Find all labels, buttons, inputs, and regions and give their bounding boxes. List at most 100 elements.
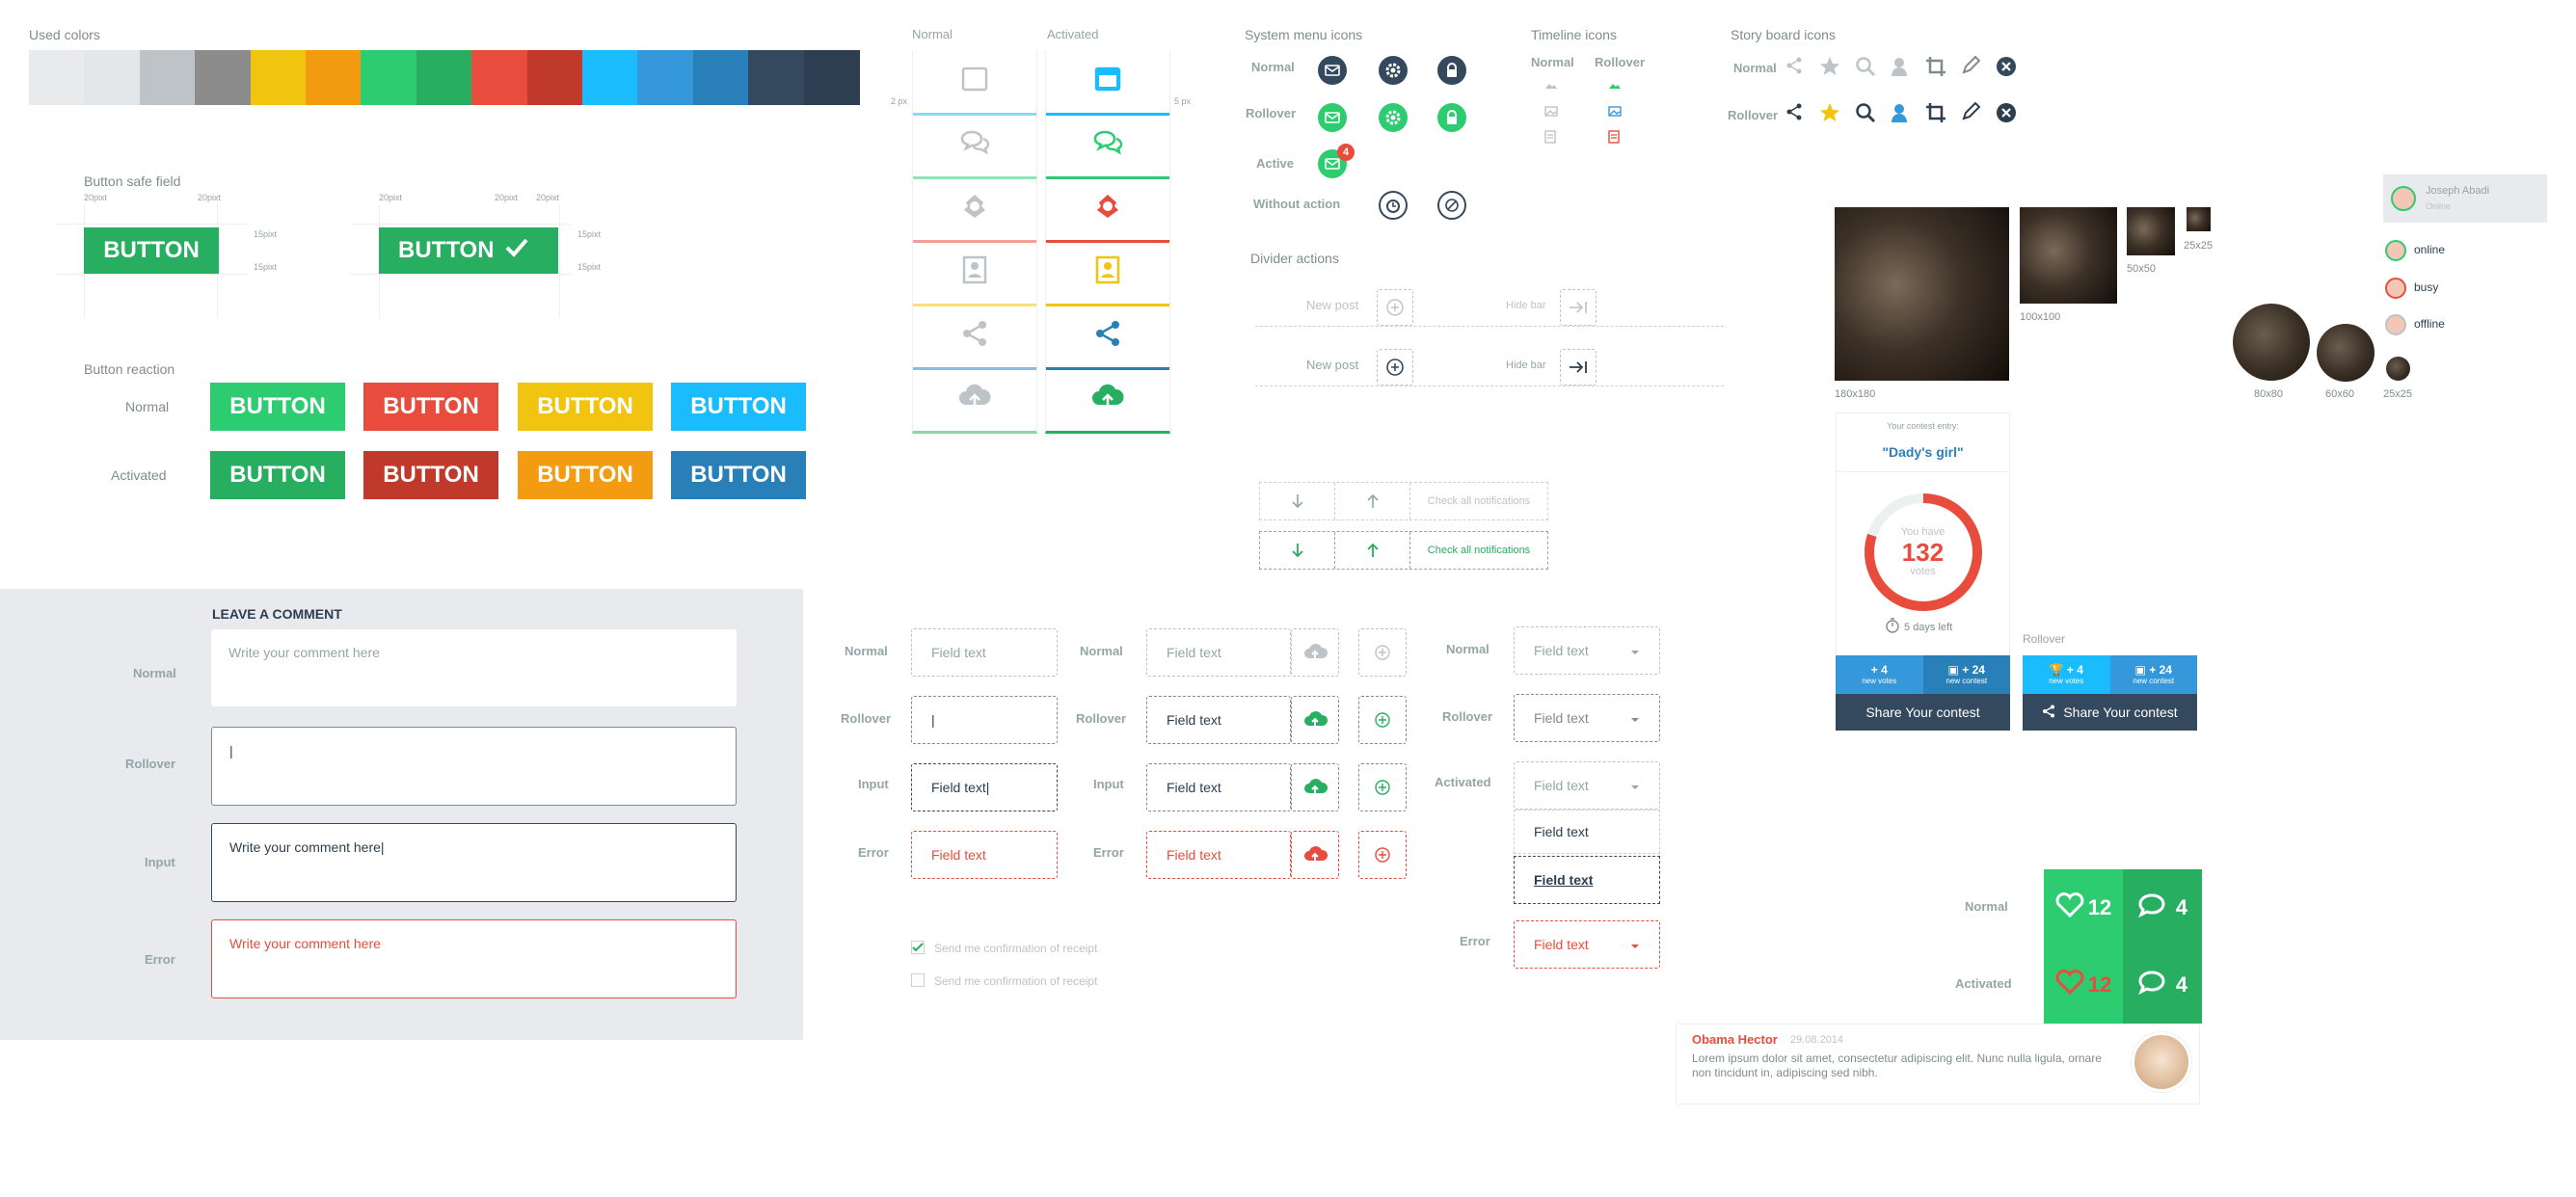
new-votes-stat[interactable]: + 4 new votes: [1836, 655, 1923, 694]
upload-field[interactable]: Field text: [1146, 696, 1291, 744]
new-contest-stat-rollover[interactable]: ▣ + 24 new contest: [2109, 655, 2197, 694]
comment-textarea-input[interactable]: Write your comment here|: [211, 823, 737, 902]
new-contest-stat[interactable]: ▣ + 24 new contest: [1922, 655, 2010, 694]
pencil-icon-rollover[interactable]: [1961, 101, 1981, 126]
arrow-down-icon-active[interactable]: [1260, 532, 1335, 569]
comment-textarea-error[interactable]: Write your comment here: [211, 919, 737, 998]
arrow-up-icon-active[interactable]: [1335, 532, 1410, 569]
select-field[interactable]: Field text: [1514, 626, 1660, 675]
hide-bar-button[interactable]: [1560, 289, 1597, 326]
user-search-icon-rollover[interactable]: [1890, 102, 1911, 128]
button-activated[interactable]: BUTTON: [671, 451, 806, 499]
like-button[interactable]: 12: [2044, 869, 2123, 946]
add-button[interactable]: [1358, 831, 1407, 879]
lock-icon[interactable]: [1437, 56, 1466, 85]
gear-icon-rollover[interactable]: [1379, 103, 1408, 132]
hide-bar-button-active[interactable]: [1560, 349, 1597, 386]
cloud-upload-icon[interactable]: [1291, 696, 1339, 744]
contact-card-card[interactable]: [912, 241, 1037, 306]
cloud-upload-icon[interactable]: [1291, 763, 1339, 811]
cloud-upload-icon[interactable]: [1291, 831, 1339, 879]
speech-bubble-icon: [2137, 892, 2166, 923]
trophy-icon: 🏆: [2049, 663, 2064, 677]
contact-card-card-activated[interactable]: [1045, 241, 1170, 306]
star-icon-rollover[interactable]: [1819, 102, 1840, 128]
search-icon[interactable]: [1855, 56, 1876, 82]
select-field[interactable]: Field text: [1514, 920, 1660, 969]
lock-icon-rollover[interactable]: [1437, 103, 1466, 132]
color-swatch: [526, 50, 583, 105]
share-card-activated[interactable]: [1045, 305, 1170, 370]
arrow-down-icon[interactable]: [1260, 483, 1335, 519]
check-notifications-link-active[interactable]: Check all notifications: [1410, 532, 1547, 569]
select-option-1[interactable]: Field text: [1514, 810, 1660, 854]
crop-icon-rollover[interactable]: [1925, 102, 1946, 128]
contest-entry-label: Your contest entry:: [1887, 421, 1959, 431]
text-field-normal[interactable]: Field text: [911, 628, 1058, 677]
share-contest-button-rollover[interactable]: Share Your contest: [2023, 694, 2197, 731]
share-icon-rollover[interactable]: [1784, 102, 1804, 126]
comment-button-activated[interactable]: 4: [2123, 946, 2202, 1024]
text-field-input[interactable]: Field text|: [911, 763, 1058, 811]
button-normal[interactable]: BUTTON: [210, 383, 345, 431]
button-normal[interactable]: BUTTON: [518, 383, 653, 431]
crop-icon[interactable]: [1925, 56, 1946, 82]
user-card[interactable]: Joseph Abadi Online: [2383, 174, 2547, 223]
post-author[interactable]: Obama Hector: [1692, 1032, 1778, 1047]
like-button-activated[interactable]: 12: [2044, 946, 2123, 1024]
select-rollover-label: Rollover: [1442, 709, 1493, 724]
user-badge-card-activated[interactable]: [1045, 177, 1170, 243]
star-icon[interactable]: [1819, 56, 1840, 82]
button-normal[interactable]: BUTTON: [671, 383, 806, 431]
chat-card[interactable]: [912, 114, 1037, 179]
user-search-icon[interactable]: [1890, 56, 1911, 82]
new-votes-stat-rollover[interactable]: 🏆 + 4 new votes: [2023, 655, 2110, 694]
user-badge-card[interactable]: [912, 177, 1037, 243]
mail-icon-rollover[interactable]: [1318, 103, 1347, 132]
window-card-activated[interactable]: [1045, 50, 1170, 116]
new-post-button-active[interactable]: [1377, 349, 1413, 386]
share-icon[interactable]: [1784, 56, 1804, 80]
share-contest-button[interactable]: Share Your contest: [1836, 694, 2010, 731]
mail-icon-active[interactable]: 4: [1318, 144, 1355, 178]
text-field-error[interactable]: Field text: [911, 831, 1058, 879]
gear-icon[interactable]: [1379, 56, 1408, 85]
close-icon[interactable]: [1996, 56, 2017, 82]
new-post-button[interactable]: [1377, 289, 1413, 326]
confirm-checkbox-unchecked[interactable]: [911, 973, 925, 987]
button-activated[interactable]: BUTTON: [363, 451, 498, 499]
cloud-upload-icon[interactable]: [1291, 628, 1339, 677]
add-button[interactable]: [1358, 696, 1407, 744]
arrow-up-icon[interactable]: [1335, 483, 1410, 519]
text-field-rollover[interactable]: |: [911, 696, 1058, 744]
share-card[interactable]: [912, 305, 1037, 370]
close-icon-rollover[interactable]: [1996, 102, 2017, 128]
safe-field-demo-2: 20pixt 20pixt 20pixt 15pixt 15pixt BUTTO…: [350, 193, 601, 318]
avatar-25-label: 25x25: [2184, 240, 2213, 252]
upload-field[interactable]: Field text: [1146, 763, 1291, 811]
pencil-icon[interactable]: [1961, 55, 1981, 80]
select-field[interactable]: Field text: [1514, 694, 1660, 742]
search-icon-rollover[interactable]: [1855, 102, 1876, 128]
button-activated[interactable]: BUTTON: [518, 451, 653, 499]
button-normal[interactable]: BUTTON: [363, 383, 498, 431]
comment-textarea-normal[interactable]: Write your comment here: [211, 629, 737, 706]
timeline-title: Timeline icons: [1531, 27, 1617, 42]
cloud-upload-card[interactable]: [912, 368, 1037, 434]
votes-count: 132: [1901, 538, 1945, 567]
comment-button[interactable]: 4: [2123, 869, 2202, 946]
select-option-2[interactable]: Field text: [1514, 856, 1660, 904]
add-button[interactable]: [1358, 628, 1407, 677]
window-card[interactable]: [912, 50, 1037, 116]
check-notifications-link[interactable]: Check all notifications: [1410, 483, 1547, 519]
comment-textarea-rollover[interactable]: |: [211, 727, 737, 806]
cloud-upload-card-activated[interactable]: [1045, 368, 1170, 434]
select-field[interactable]: Field text: [1514, 761, 1660, 810]
add-button[interactable]: [1358, 763, 1407, 811]
mail-icon[interactable]: [1318, 56, 1347, 85]
upload-field[interactable]: Field text: [1146, 831, 1291, 879]
confirm-checkbox-checked[interactable]: [911, 941, 925, 954]
button-activated[interactable]: BUTTON: [210, 451, 345, 499]
chat-card-activated[interactable]: [1045, 114, 1170, 179]
upload-field[interactable]: Field text: [1146, 628, 1291, 677]
